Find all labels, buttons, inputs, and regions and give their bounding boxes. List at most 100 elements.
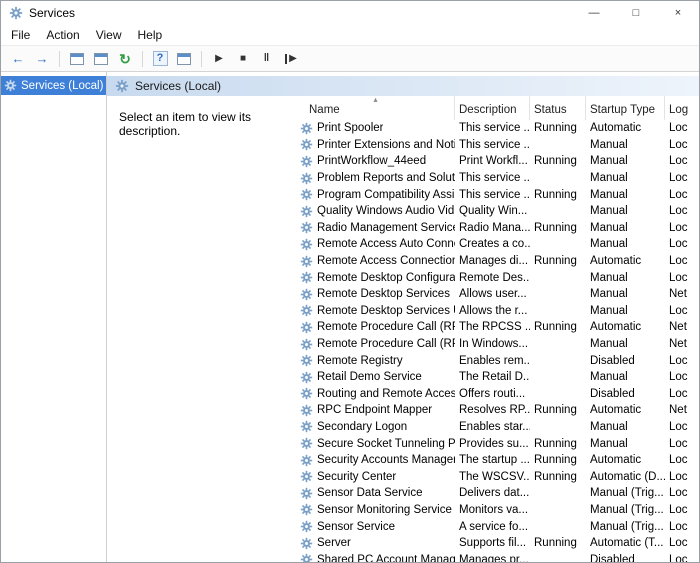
- service-row[interactable]: Security Accounts Manager The startup ..…: [297, 452, 699, 469]
- service-status: Running: [534, 122, 577, 135]
- show-console-tree-button[interactable]: [66, 48, 88, 69]
- service-row[interactable]: Remote Desktop Configurat... Remote Des.…: [297, 269, 699, 286]
- service-name: Quality Windows Audio Vid...: [317, 205, 455, 218]
- service-gear-icon: [300, 504, 313, 516]
- service-row[interactable]: Printer Extensions and Notif... This ser…: [297, 137, 699, 154]
- menu-action[interactable]: Action: [38, 26, 87, 44]
- start-service-button[interactable]: ▶: [208, 48, 230, 69]
- service-status: Running: [534, 221, 577, 234]
- service-startup-type: Automatic: [590, 122, 642, 135]
- column-header-status[interactable]: Status: [530, 96, 586, 120]
- menu-view[interactable]: View: [88, 26, 130, 44]
- service-row[interactable]: Server Supports fil... Running Automatic…: [297, 535, 699, 552]
- maximize-button[interactable]: □: [615, 1, 657, 25]
- service-description: This service ...: [459, 138, 530, 151]
- title-bar: Services — □ ×: [1, 1, 699, 25]
- service-row[interactable]: Sensor Service A service fo... Manual (T…: [297, 518, 699, 535]
- service-row[interactable]: Sensor Monitoring Service Monitors va...…: [297, 502, 699, 519]
- service-row[interactable]: Retail Demo Service The Retail D... Manu…: [297, 369, 699, 386]
- service-row[interactable]: Remote Desktop Services Allows user... M…: [297, 286, 699, 303]
- service-gear-icon: [300, 454, 313, 466]
- service-row[interactable]: Remote Procedure Call (RP... In Windows.…: [297, 336, 699, 353]
- service-gear-icon: [300, 354, 313, 367]
- service-gear-icon: [300, 520, 313, 533]
- column-header-log-on-as[interactable]: Log: [665, 96, 699, 120]
- service-row[interactable]: Radio Management Service Radio Mana... R…: [297, 220, 699, 237]
- minimize-button[interactable]: —: [573, 1, 615, 25]
- menu-file[interactable]: File: [3, 26, 38, 44]
- service-row[interactable]: Remote Access Connection... Manages di..…: [297, 253, 699, 270]
- service-row[interactable]: RPC Endpoint Mapper Resolves RP... Runni…: [297, 402, 699, 419]
- help-icon: ?: [152, 51, 168, 66]
- back-button[interactable]: ←: [7, 48, 29, 69]
- service-gear-icon: [300, 122, 313, 134]
- service-log-on-as: Loc: [669, 304, 688, 317]
- restart-service-icon: ▶: [285, 53, 297, 64]
- service-name: Program Compatibility Assi...: [317, 188, 455, 201]
- forward-button[interactable]: →: [31, 48, 53, 69]
- description-text: Select an item to view its description.: [119, 110, 252, 138]
- service-row[interactable]: Quality Windows Audio Vid... Quality Win…: [297, 203, 699, 220]
- service-row[interactable]: Remote Procedure Call (RPC) The RPCSS ..…: [297, 319, 699, 336]
- service-startup-type: Disabled: [590, 354, 635, 367]
- service-gear-icon: [300, 288, 313, 300]
- service-description: Allows user...: [459, 288, 527, 301]
- service-row[interactable]: Secure Socket Tunneling Pr... Provides s…: [297, 435, 699, 452]
- service-startup-type: Manual: [590, 172, 628, 185]
- service-row[interactable]: Print Spooler This service ... Running A…: [297, 120, 699, 137]
- service-name: Security Center: [317, 470, 397, 483]
- service-row[interactable]: Remote Access Auto Conne... Creates a co…: [297, 236, 699, 253]
- service-status: Running: [534, 155, 577, 168]
- service-startup-type: Manual (Trig...: [590, 520, 664, 533]
- restart-service-button[interactable]: ▶: [280, 48, 302, 69]
- help-button[interactable]: ?: [149, 48, 171, 69]
- service-description: Monitors va...: [459, 503, 529, 516]
- column-header-description[interactable]: Description: [455, 96, 530, 120]
- properties-button[interactable]: [90, 48, 112, 69]
- start-service-icon: ▶: [215, 52, 223, 64]
- service-name: Remote Procedure Call (RP...: [317, 338, 455, 351]
- service-row[interactable]: Remote Desktop Services U... Allows the …: [297, 303, 699, 320]
- close-button[interactable]: ×: [657, 1, 699, 25]
- console-tree: Services (Local): [1, 72, 107, 562]
- service-gear-icon: [300, 188, 313, 201]
- column-header-startup-type[interactable]: Startup Type: [586, 96, 665, 120]
- forward-icon: →: [35, 51, 49, 66]
- service-description: This service ...: [459, 172, 530, 185]
- sort-ascending-icon: ▴: [373, 96, 378, 104]
- refresh-button[interactable]: ↻: [114, 48, 136, 69]
- back-icon: ←: [11, 51, 25, 66]
- service-log-on-as: Loc: [669, 387, 688, 400]
- stop-service-button[interactable]: ■: [232, 48, 254, 69]
- service-log-on-as: Loc: [669, 520, 688, 533]
- service-gear-icon: [300, 238, 313, 251]
- export-list-button[interactable]: [173, 48, 195, 69]
- service-row[interactable]: Security Center The WSCSV... Running Aut…: [297, 468, 699, 485]
- service-name: Remote Access Auto Conne...: [317, 238, 455, 251]
- service-startup-type: Manual: [590, 371, 628, 384]
- service-row[interactable]: Shared PC Account Manager Manages pr... …: [297, 551, 699, 562]
- service-row[interactable]: Secondary Logon Enables star... Manual L…: [297, 419, 699, 436]
- service-name: Remote Procedure Call (RPC): [317, 321, 455, 334]
- service-description: Quality Win...: [459, 205, 528, 218]
- description-panel: Select an item to view its description.: [107, 96, 297, 562]
- service-gear-icon: [300, 404, 313, 417]
- service-row[interactable]: Program Compatibility Assi... This servi…: [297, 186, 699, 203]
- service-log-on-as: Loc: [669, 454, 688, 467]
- service-startup-type: Manual: [590, 188, 628, 201]
- services-table-body: Print Spooler This service ... Running A…: [297, 120, 699, 562]
- service-description: This service ...: [459, 188, 530, 201]
- service-row[interactable]: Sensor Data Service Delivers dat... Manu…: [297, 485, 699, 502]
- service-log-on-as: Net: [669, 404, 687, 417]
- service-row[interactable]: PrintWorkflow_44eed Print Workfl... Runn…: [297, 153, 699, 170]
- service-row[interactable]: Problem Reports and Soluti... This servi…: [297, 170, 699, 187]
- service-row[interactable]: Routing and Remote Access Offers routi..…: [297, 386, 699, 403]
- service-startup-type: Automatic (T...: [590, 537, 664, 550]
- service-row[interactable]: Remote Registry Enables rem... Disabled …: [297, 352, 699, 369]
- column-header-name[interactable]: ▴ Name: [297, 96, 455, 120]
- sidebar-item-services-local[interactable]: Services (Local): [1, 76, 106, 95]
- service-gear-icon: [300, 255, 313, 267]
- menu-help[interactable]: Help: [130, 26, 171, 44]
- pause-service-button[interactable]: ‖: [256, 48, 278, 69]
- service-name: Remote Desktop Services: [317, 288, 450, 301]
